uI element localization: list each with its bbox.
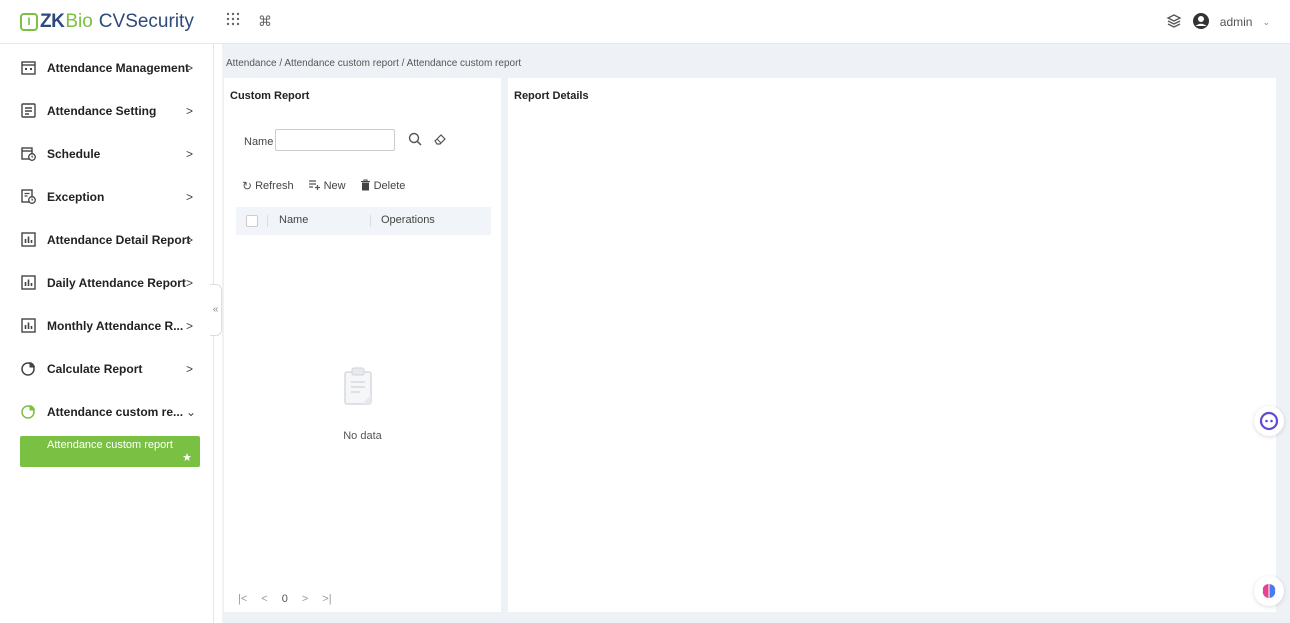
logo-mark: I: [20, 13, 38, 31]
top-bar: I ZK Bio CVSecurity ⌘ admin ⌄: [0, 0, 1290, 44]
sidebar-item-label: Schedule: [47, 146, 101, 161]
user-name[interactable]: admin: [1220, 15, 1253, 29]
chevron-right-icon: >: [186, 275, 194, 290]
next-page-button[interactable]: >: [302, 593, 308, 605]
sidebar-item-label: Attendance Setting: [47, 103, 157, 118]
panel-title: Custom Report: [230, 90, 310, 102]
sidebar-collapse-handle[interactable]: «: [210, 284, 222, 336]
user-icon[interactable]: [1192, 12, 1210, 33]
sidebar-item-exception[interactable]: Exception >: [0, 175, 210, 218]
chevron-down-icon: ⌄: [186, 404, 197, 419]
column-header-operations[interactable]: Operations: [381, 214, 435, 226]
sidebar-item-monthly-attendance-report[interactable]: Monthly Attendance R... >: [0, 304, 210, 347]
sidebar-item-attendance-detail-report[interactable]: Attendance Detail Report >: [0, 218, 210, 261]
sidebar-item-attendance-management[interactable]: Attendance Management >: [0, 46, 210, 89]
sidebar-item-label: Attendance Detail Report: [47, 232, 191, 247]
name-search-input[interactable]: [275, 129, 395, 151]
exception-icon: [20, 189, 36, 205]
user-area: admin ⌄: [1166, 10, 1270, 34]
app-logo[interactable]: I ZK Bio CVSecurity: [20, 9, 194, 35]
prev-page-button[interactable]: <: [261, 593, 267, 605]
settings-icon: [20, 103, 36, 119]
column-separator: [370, 215, 371, 227]
column-separator: [267, 215, 268, 227]
chevron-right-icon: >: [186, 232, 194, 247]
new-button[interactable]: New: [308, 179, 346, 194]
report-details-panel: Report Details: [508, 78, 1276, 612]
sidebar-item-label: Calculate Report: [47, 361, 143, 376]
chevron-right-icon: >: [186, 189, 194, 204]
ai-brain-icon[interactable]: [1254, 576, 1284, 606]
grid-toolbar: ↻ Refresh New Delete: [242, 178, 405, 194]
chevron-right-icon: >: [186, 103, 194, 118]
chevron-right-icon: >: [186, 146, 194, 161]
select-all-checkbox[interactable]: [246, 215, 258, 227]
bar-chart-icon: [20, 318, 36, 334]
calendar-icon: [20, 60, 36, 76]
column-header-name[interactable]: Name: [279, 214, 308, 226]
clear-eraser-icon[interactable]: [429, 128, 451, 150]
sidebar-subitem-attendance-custom-report[interactable]: Attendance custom report ★: [20, 436, 200, 467]
panel-title: Report Details: [514, 90, 589, 102]
command-icon[interactable]: ⌘: [256, 12, 274, 30]
empty-state-text: No data: [343, 430, 382, 442]
sidebar-item-label: Attendance Management: [47, 60, 190, 75]
grid-header: Name Operations: [236, 207, 491, 235]
chevron-right-icon: >: [186, 361, 194, 376]
schedule-icon: [20, 146, 36, 162]
new-label: New: [323, 180, 346, 192]
first-page-button[interactable]: |<: [238, 593, 247, 605]
sidebar-item-daily-attendance-report[interactable]: Daily Attendance Report >: [0, 261, 210, 304]
breadcrumb: Attendance / Attendance custom report / …: [226, 58, 522, 69]
pie-chart-icon: [20, 404, 36, 420]
sidebar-item-label: Attendance custom re...: [47, 404, 184, 419]
sidebar-item-calculate-report[interactable]: Calculate Report >: [0, 347, 210, 390]
sidebar-item-label: Monthly Attendance R...: [47, 318, 184, 333]
star-icon[interactable]: ★: [182, 451, 192, 464]
logo-zk: ZK: [40, 11, 65, 32]
pagination: |< < 0 > >|: [238, 593, 332, 605]
search-icon[interactable]: [404, 128, 426, 150]
grid-icon[interactable]: [224, 12, 242, 30]
refresh-icon: ↻: [242, 179, 253, 193]
search-label: Name: [244, 136, 274, 148]
layers-icon[interactable]: [1166, 13, 1182, 32]
add-list-icon: [308, 179, 321, 194]
sidebar-subitem-label: Attendance custom report: [47, 439, 173, 451]
sidebar-item-schedule[interactable]: Schedule >: [0, 132, 210, 175]
chevron-right-icon: >: [186, 318, 194, 333]
chevron-down-icon[interactable]: ⌄: [1262, 17, 1270, 28]
sidebar: Attendance Management > Attendance Setti…: [0, 44, 214, 623]
last-page-button[interactable]: >|: [322, 593, 331, 605]
chat-assistant-icon[interactable]: [1254, 406, 1284, 436]
sidebar-item-attendance-setting[interactable]: Attendance Setting >: [0, 89, 210, 132]
logo-product: CVSecurity: [98, 11, 194, 32]
logo-bio: Bio: [65, 11, 93, 32]
trash-icon: [360, 178, 371, 194]
empty-clipboard-icon: [342, 366, 374, 406]
custom-report-panel: Custom Report Name ↻ Refresh New Delete …: [224, 78, 501, 612]
sidebar-item-label: Daily Attendance Report: [47, 275, 186, 290]
delete-label: Delete: [373, 180, 406, 192]
sidebar-item-attendance-custom-report[interactable]: Attendance custom re... ⌄: [0, 390, 210, 433]
main-area: Attendance / Attendance custom report / …: [222, 44, 1290, 623]
bar-chart-icon: [20, 275, 36, 291]
delete-button[interactable]: Delete: [360, 178, 406, 194]
sidebar-item-label: Exception: [47, 189, 105, 204]
chevron-right-icon: >: [186, 60, 194, 75]
current-page-number: 0: [281, 593, 288, 605]
refresh-label: Refresh: [255, 180, 294, 192]
refresh-button[interactable]: ↻ Refresh: [242, 179, 294, 193]
pie-chart-icon: [20, 361, 36, 377]
bar-chart-icon: [20, 232, 36, 248]
